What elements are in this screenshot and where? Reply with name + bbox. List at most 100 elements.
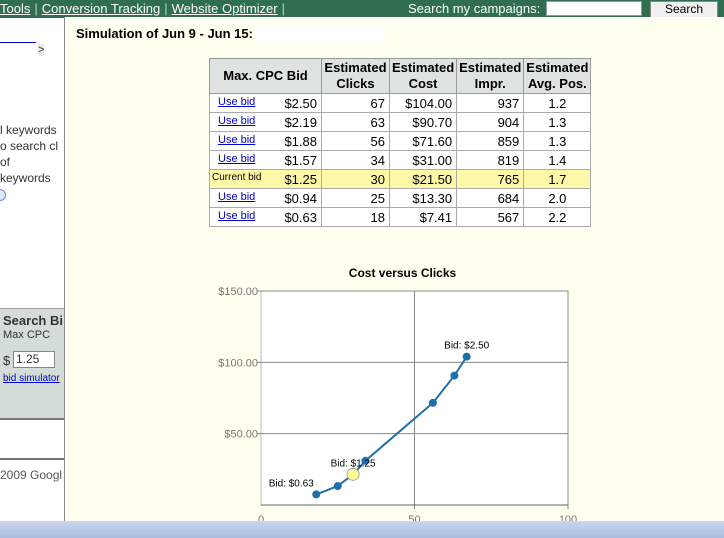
y-tick-label: $100.00 (218, 357, 258, 369)
cell-clicks: 30 (321, 169, 390, 189)
data-point (312, 490, 321, 499)
cell-clicks: 34 (321, 150, 390, 170)
cell-clicks: 63 (321, 112, 390, 132)
simulation-table: Max. CPC Bid Estimated Clicks Estimated … (209, 58, 592, 227)
cost-vs-clicks-chart: Cost versus Clicks$50.00$100.00$150.000 5… (218, 266, 577, 525)
use-bid-link[interactable]: Use bid (218, 191, 255, 203)
section-title: Search Bi (3, 313, 63, 328)
cell-action: Use bid $2.50 (209, 93, 322, 113)
nav-conversion-tracking[interactable]: Conversion Tracking (42, 1, 161, 16)
bid-simulator-link[interactable]: bid simulator (3, 373, 60, 384)
point-annotation: Bid: $1.25 (331, 458, 376, 469)
cell-clicks: 67 (321, 93, 390, 113)
cell-pos: 2.2 (523, 207, 592, 227)
dialog-title: Simulation of Jun 9 - Jun 15: (76, 26, 253, 41)
cell-cost: $71.60 (388, 131, 458, 151)
col-max-cpc-bid: Max. CPC Bid (209, 58, 322, 94)
search-button[interactable]: Search (650, 1, 718, 18)
table-row: Use bid $2.50 67 $104.00 937 1.2 (209, 93, 592, 113)
cell-pos: 1.4 (523, 150, 592, 170)
col-est-impr: Estimated Impr. (456, 58, 525, 94)
text-line: of keywords (0, 155, 51, 185)
table-row: Use bid $1.57 34 $31.00 819 1.4 (209, 150, 592, 170)
max-cpc-input[interactable]: 1.25 (13, 351, 55, 368)
cell-cost: $21.50 (388, 169, 458, 189)
y-tick-label: $150.00 (218, 286, 258, 298)
cell-clicks: 56 (321, 131, 390, 151)
y-tick-label: $50.00 (224, 429, 258, 441)
cell-cost: $90.70 (388, 112, 458, 132)
use-bid-link[interactable]: Use bid (218, 210, 255, 222)
cell-action: Use bid $1.57 (209, 150, 322, 170)
cell-pos: 1.2 (523, 93, 592, 113)
nav-website-optimizer[interactable]: Website Optimizer (172, 1, 278, 16)
redacted-area (255, 25, 385, 41)
cell-pos: 1.3 (523, 131, 592, 151)
bid-panel: Search Bi Max CPC $ 1.25 bid simulator (0, 308, 64, 420)
current-bid-label: Current bid (212, 171, 262, 183)
bid-value: $2.19 (284, 114, 317, 130)
cell-action: Use bid $2.19 (209, 112, 322, 132)
text-line: l keywords (0, 123, 57, 137)
col-est-avg-pos: Estimated Avg. Pos. (523, 58, 592, 94)
bid-simulator-dialog: Simulation of Jun 9 - Jun 15: Max. CPC B… (64, 17, 724, 525)
cell-cost: $104.00 (388, 93, 458, 113)
col-est-clicks: Estimated Clicks (321, 58, 390, 94)
currency-symbol: $ (3, 353, 11, 368)
background-page: > l keywords o search cl of keywords Sea… (0, 18, 64, 522)
table-row: Use bid $2.19 63 $90.70 904 1.3 (209, 112, 592, 132)
status-bar (0, 521, 724, 538)
cell-pos: 1.7 (523, 169, 592, 189)
use-bid-link[interactable]: Use bid (218, 115, 255, 127)
breadcrumb-separator: > (38, 44, 45, 56)
data-point (450, 371, 459, 380)
table-row: Use bid $0.94 25 $13.30 684 2.0 (209, 188, 592, 208)
use-bid-link[interactable]: Use bid (218, 134, 255, 146)
search-input[interactable] (546, 1, 642, 16)
cell-impr: 567 (456, 207, 525, 227)
cell-impr: 859 (456, 131, 525, 151)
search-label: Search my campaigns: (408, 1, 541, 16)
cell-pos: 1.3 (523, 112, 592, 132)
data-point (462, 352, 471, 361)
cell-cost: $31.00 (388, 150, 458, 170)
current-bid-point (346, 467, 360, 481)
bid-value: $1.88 (284, 133, 317, 149)
bid-value: $2.50 (284, 95, 317, 111)
table-row: Use bid $0.63 18 $7.41 567 2.2 (209, 207, 592, 227)
data-point (333, 482, 342, 491)
cell-pos: 2.0 (523, 188, 592, 208)
data-point (428, 398, 437, 407)
text-line: o search cl (0, 139, 59, 153)
nav-tools[interactable]: Tools (0, 1, 30, 16)
point-annotation: Bid: $0.63 (269, 478, 314, 489)
cell-cost: $13.30 (388, 188, 458, 208)
help-icon[interactable] (0, 189, 6, 201)
cell-clicks: 18 (321, 207, 390, 227)
top-nav-bar: Tools | Conversion Tracking | Website Optimi… (0, 0, 724, 18)
cell-impr: 684 (456, 188, 525, 208)
use-bid-link[interactable]: Use bid (218, 153, 255, 165)
cell-impr: 937 (456, 93, 525, 113)
point-annotation: Bid: $2.50 (444, 341, 489, 352)
cell-clicks: 25 (321, 188, 390, 208)
breadcrumb-input[interactable] (0, 42, 36, 43)
cell-cost: $7.41 (388, 207, 458, 227)
bid-value: $0.63 (284, 209, 317, 225)
chart-title: Cost versus Clicks (349, 266, 457, 280)
col-est-cost: Estimated Cost (388, 58, 458, 94)
cell-impr: 819 (456, 150, 525, 170)
max-cpc-label: Max CPC (3, 329, 51, 341)
bid-value: $1.57 (284, 152, 317, 168)
cell-action: Use bid $0.94 (209, 188, 322, 208)
cell-action: Use bid $1.88 (209, 131, 322, 151)
bid-value: $0.94 (284, 190, 317, 206)
cell-action: Current bid $1.25 (209, 169, 322, 189)
footer-copyright: 2009 Googl (0, 468, 63, 482)
use-bid-link[interactable]: Use bid (218, 96, 255, 108)
table-row: Use bid $1.88 56 $71.60 859 1.3 (209, 131, 592, 151)
table-row: Current bid $1.25 30 $21.50 765 1.7 (209, 169, 592, 189)
cell-action: Use bid $0.63 (209, 207, 322, 227)
bid-value: $1.25 (284, 171, 317, 187)
cell-impr: 765 (456, 169, 525, 189)
